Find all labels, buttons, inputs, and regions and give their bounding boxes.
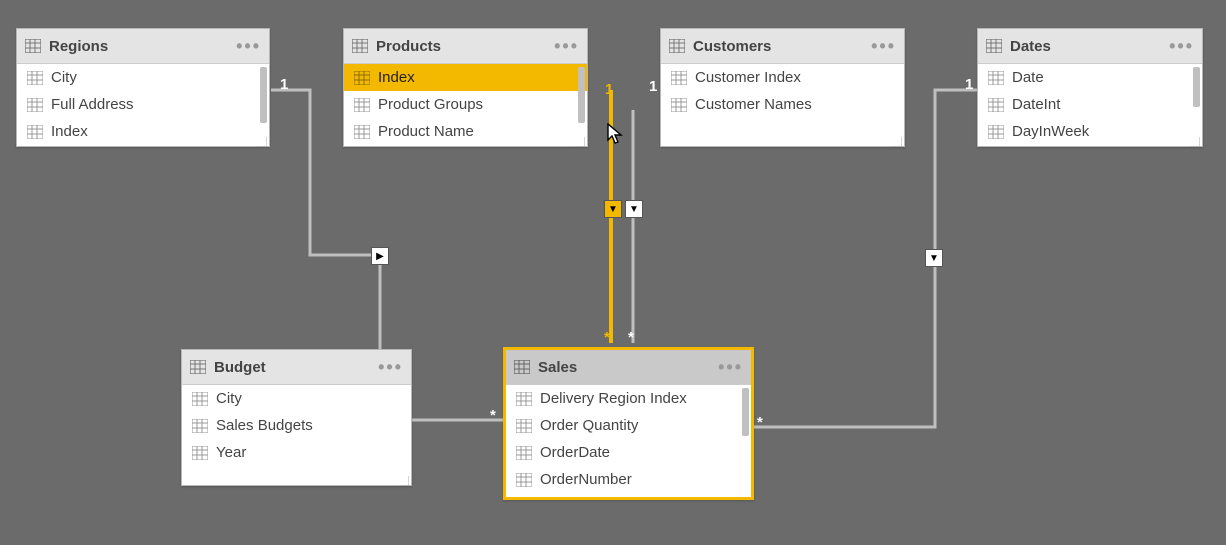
table-header-dates[interactable]: Dates ••• bbox=[978, 29, 1202, 64]
card-dates-1: 1 bbox=[965, 76, 973, 93]
model-canvas[interactable]: 1 1 1 * * * * 1 ▶ ▼ ▼ ▼ Regions ••• City… bbox=[0, 0, 1226, 545]
table-title: Budget bbox=[214, 359, 266, 376]
column-icon bbox=[671, 71, 687, 85]
field-list-dates[interactable]: Date DateInt DayInWeek bbox=[978, 64, 1202, 146]
column-icon bbox=[988, 71, 1004, 85]
column-icon bbox=[516, 473, 532, 487]
field-list-customers[interactable]: Customer Index Customer Names bbox=[661, 64, 904, 146]
table-header-customers[interactable]: Customers ••• bbox=[661, 29, 904, 64]
card-budget-star: * bbox=[490, 407, 496, 424]
field-row: DayInWeek bbox=[978, 118, 1202, 145]
table-header-regions[interactable]: Regions ••• bbox=[17, 29, 269, 64]
field-row: Customer Names bbox=[661, 91, 904, 118]
table-title: Dates bbox=[1010, 38, 1051, 55]
column-icon bbox=[192, 392, 208, 406]
field-row: City bbox=[17, 64, 269, 91]
field-row: Full Address bbox=[17, 91, 269, 118]
field-row: DateInt bbox=[978, 91, 1202, 118]
table-header-budget[interactable]: Budget ••• bbox=[182, 350, 411, 385]
field-row: OrderNumber bbox=[506, 466, 751, 493]
field-row: Year bbox=[182, 439, 411, 466]
filter-direction-regions[interactable]: ▶ bbox=[371, 247, 389, 265]
column-icon bbox=[192, 419, 208, 433]
field-row: Sales Budgets bbox=[182, 412, 411, 439]
field-row-selected[interactable]: Index bbox=[344, 64, 587, 91]
field-row: Delivery Region Index bbox=[506, 385, 751, 412]
table-icon bbox=[352, 39, 368, 53]
column-icon bbox=[27, 98, 43, 112]
column-icon bbox=[988, 125, 1004, 139]
ellipsis-icon[interactable]: ••• bbox=[871, 29, 896, 63]
card-products-star: * bbox=[604, 329, 610, 346]
resize-handle[interactable] bbox=[892, 134, 902, 144]
ellipsis-icon[interactable]: ••• bbox=[378, 350, 403, 384]
scrollbar-thumb[interactable] bbox=[742, 388, 749, 436]
resize-handle[interactable] bbox=[399, 473, 409, 483]
table-title: Regions bbox=[49, 38, 108, 55]
column-icon bbox=[354, 71, 370, 85]
column-icon bbox=[516, 392, 532, 406]
column-icon bbox=[354, 98, 370, 112]
scrollbar-thumb[interactable] bbox=[1193, 67, 1200, 107]
column-icon bbox=[354, 125, 370, 139]
field-row: Customer Index bbox=[661, 64, 904, 91]
field-row: City bbox=[182, 385, 411, 412]
card-customers-1: 1 bbox=[649, 78, 657, 95]
table-icon bbox=[25, 39, 41, 53]
column-icon bbox=[27, 71, 43, 85]
table-products[interactable]: Products ••• Index Product Groups Produc… bbox=[343, 28, 588, 147]
card-products-1: 1 bbox=[605, 81, 613, 98]
table-title: Customers bbox=[693, 38, 771, 55]
resize-handle[interactable] bbox=[575, 134, 585, 144]
table-budget[interactable]: Budget ••• City Sales Budgets Year bbox=[181, 349, 412, 486]
table-header-products[interactable]: Products ••• bbox=[344, 29, 587, 64]
scrollbar-thumb[interactable] bbox=[578, 67, 585, 123]
table-icon bbox=[669, 39, 685, 53]
column-icon bbox=[192, 446, 208, 460]
resize-handle[interactable] bbox=[257, 134, 267, 144]
column-icon bbox=[516, 419, 532, 433]
table-icon bbox=[190, 360, 206, 374]
field-list-products[interactable]: Index Product Groups Product Name bbox=[344, 64, 587, 146]
ellipsis-icon[interactable]: ••• bbox=[236, 29, 261, 63]
column-icon bbox=[516, 446, 532, 460]
table-sales[interactable]: Sales ••• Delivery Region Index Order Qu… bbox=[503, 347, 754, 500]
card-regions-1: 1 bbox=[280, 76, 288, 93]
ellipsis-icon[interactable]: ••• bbox=[1169, 29, 1194, 63]
field-row: Index bbox=[17, 118, 269, 145]
field-list-sales[interactable]: Delivery Region Index Order Quantity Ord… bbox=[506, 385, 751, 497]
filter-direction-dates[interactable]: ▼ bbox=[925, 249, 943, 267]
field-row: Order Quantity bbox=[506, 412, 751, 439]
table-dates[interactable]: Dates ••• Date DateInt DayInWeek bbox=[977, 28, 1203, 147]
filter-direction-customers[interactable]: ▼ bbox=[625, 200, 643, 218]
field-list-budget[interactable]: City Sales Budgets Year bbox=[182, 385, 411, 485]
ellipsis-icon[interactable]: ••• bbox=[554, 29, 579, 63]
column-icon bbox=[671, 98, 687, 112]
card-dates-star: * bbox=[757, 414, 763, 431]
resize-handle[interactable] bbox=[1190, 134, 1200, 144]
field-row: Date bbox=[978, 64, 1202, 91]
field-row: OrderDate bbox=[506, 439, 751, 466]
filter-direction-products[interactable]: ▼ bbox=[604, 200, 622, 218]
field-row: Product Groups bbox=[344, 91, 587, 118]
table-regions[interactable]: Regions ••• City Full Address Index bbox=[16, 28, 270, 147]
mouse-cursor-icon bbox=[607, 123, 625, 147]
column-icon bbox=[988, 98, 1004, 112]
table-icon bbox=[514, 360, 530, 374]
table-customers[interactable]: Customers ••• Customer Index Customer Na… bbox=[660, 28, 905, 147]
scrollbar-thumb[interactable] bbox=[260, 67, 267, 123]
field-row: Product Name bbox=[344, 118, 587, 145]
table-title: Sales bbox=[538, 359, 577, 376]
table-icon bbox=[986, 39, 1002, 53]
column-icon bbox=[27, 125, 43, 139]
card-customers-star: * bbox=[628, 329, 634, 346]
table-title: Products bbox=[376, 38, 441, 55]
table-header-sales[interactable]: Sales ••• bbox=[506, 350, 751, 385]
ellipsis-icon[interactable]: ••• bbox=[718, 350, 743, 384]
field-list-regions[interactable]: City Full Address Index bbox=[17, 64, 269, 146]
